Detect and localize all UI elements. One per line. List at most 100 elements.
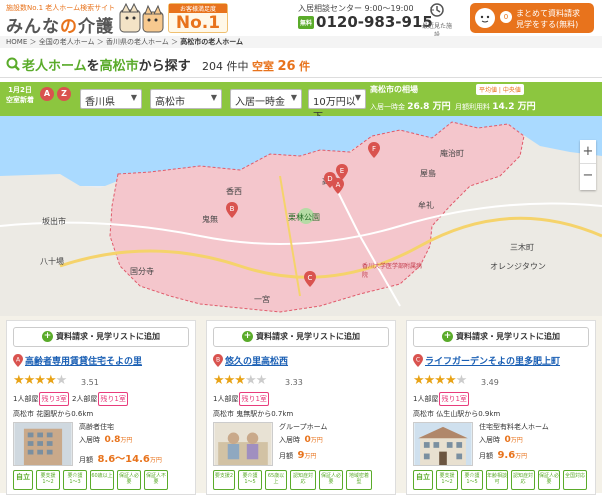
breadcrumb-home[interactable]: HOME: [6, 38, 27, 46]
map-label: 八十場: [40, 257, 64, 266]
rating-stars: ★★★★★: [413, 373, 467, 388]
bulk-request-button[interactable]: 0 まとめて資料請求 見学をする(無料): [470, 3, 594, 33]
add-to-list-button[interactable]: + 資料請求・見学リストに追加: [213, 327, 389, 347]
map-pin-d[interactable]: D: [324, 172, 336, 188]
care-tag: 要支援2: [213, 470, 235, 490]
facility-type: グループホーム: [279, 423, 328, 431]
care-tags: 自立 要支援1〜2 要介護1〜5 年齢相談可 認知症対応 保証人必要 全国対応: [413, 470, 593, 492]
care-tag: 保証人必要: [117, 470, 141, 490]
zoom-in-button[interactable]: +: [580, 140, 596, 164]
page-title: 老人ホームを高松市から探す: [22, 59, 191, 74]
care-tag: 要介護1〜3: [63, 470, 87, 490]
map-label: オレンジタウン: [490, 262, 546, 271]
fee-type-select[interactable]: 入居一時金 ▼: [230, 89, 302, 109]
entry-fee: 入居時 0万円: [479, 435, 523, 445]
cat-cart-icon: [475, 8, 495, 28]
city-select[interactable]: 高松市 ▼: [150, 89, 222, 109]
price-select[interactable]: 10万円以下▼: [308, 89, 366, 123]
facility-map[interactable]: 坂出市 香西 鬼無 栗林公園 高松 三木町 オレンジタウン 香川大学医学部附属病…: [0, 116, 602, 316]
facility-card: + 資料請求・見学リストに追加 B 悠久の里高松西 ★★★★★ 3.33 1人部屋…: [206, 320, 396, 495]
care-tag: 要介護1〜5: [461, 470, 483, 490]
tel-number[interactable]: 無料 0120-983-915: [298, 13, 433, 31]
care-tag: 要介護1〜5: [238, 470, 262, 490]
care-tags: 要支援2 要介護1〜5 65歳以上 認知症対応 保証人必要 地域密着型: [213, 470, 393, 492]
map-pin-e[interactable]: E: [336, 164, 348, 180]
map-pin-c[interactable]: C: [304, 271, 316, 287]
map-label: 牟礼: [418, 201, 434, 210]
facility-photo[interactable]: [13, 422, 73, 466]
facility-type: 住宅型有料老人ホーム: [479, 423, 549, 431]
map-pin-b[interactable]: B: [226, 202, 238, 218]
care-tag: 全国対応: [563, 470, 587, 490]
care-tag: 要支援1〜2: [436, 470, 458, 490]
result-count: 204 件中 空室 26 件: [202, 59, 311, 74]
facility-name-link[interactable]: 悠久の里高松西: [225, 354, 288, 367]
map-pin-f[interactable]: F: [368, 142, 380, 158]
history-button[interactable]: 最近見た施設: [420, 2, 454, 39]
map-pin-c-label: C: [308, 274, 313, 282]
care-tag: 年齢相談可: [486, 470, 508, 490]
map-pin-a-label: A: [336, 181, 341, 189]
breadcrumb-national[interactable]: 全国の老人ホーム: [39, 38, 95, 46]
facility-card: + 資料請求・見学リストに追加 A 高齢者専用賃貸住宅そよの里 ★★★★★ 3.5…: [6, 320, 196, 495]
facility-photo[interactable]: [213, 422, 273, 466]
monthly-fee: 月額 9万円: [279, 450, 317, 461]
rating-score: 3.49: [481, 378, 499, 387]
facility-card-list: + 資料請求・見学リストに追加 A 高齢者専用賃貸住宅そよの里 ★★★★★ 3.5…: [0, 316, 602, 495]
map-zoom-control: + −: [580, 140, 596, 190]
map-label: 香川大学医学部附属病院: [362, 263, 423, 279]
facility-photo[interactable]: [413, 422, 473, 466]
rating-stars: ★★★★★: [213, 373, 267, 388]
map-label: 栗林公園: [288, 213, 320, 222]
room-availability: 1人部屋 残り1室: [413, 392, 472, 406]
filter-bar: 1月2日空室新着 A Z 香川県▼ 高松市▼ 入居一時金▼ 10万円以下▼ 高松…: [0, 82, 602, 123]
monthly-fee: 月額 8.6〜14.6万円: [79, 454, 162, 465]
entry-fee: 入居時 0.8万円: [79, 435, 133, 445]
facility-name-link[interactable]: 高齢者専用賃貸住宅そよの里: [25, 354, 142, 367]
pin-marker-icon: C: [413, 354, 423, 367]
cat-mascot-icon: [119, 2, 164, 33]
search-title-bar: 老人ホームを高松市から探す 204 件中 空室 26 件: [0, 50, 602, 78]
cart-count-badge: 0: [500, 11, 512, 23]
rating-stars: ★★★★★: [13, 373, 67, 388]
rating-score: 3.51: [81, 378, 99, 387]
room-remaining-badge: 残り1室: [439, 392, 469, 406]
map-pin-b-label: B: [230, 205, 235, 213]
map-label: 一宮: [254, 295, 270, 304]
sort-a-marker[interactable]: A: [40, 87, 54, 101]
nearest-station: 高松市 鬼無駅から0.7km: [213, 410, 294, 418]
pin-marker-label: B: [216, 357, 220, 364]
facility-name-link[interactable]: ライフガーデンそよの里多肥上町: [425, 354, 560, 367]
care-tag: 認知症対応: [511, 470, 535, 490]
satisfaction-rank-badge: お客様満足度 No.1: [168, 3, 228, 33]
care-tag: 自立: [413, 470, 433, 490]
add-to-list-button[interactable]: + 資料請求・見学リストに追加: [413, 327, 589, 347]
site-logo[interactable]: みんなの介護: [6, 12, 114, 37]
monthly-fee: 月額 9.6万円: [479, 450, 528, 461]
market-legend[interactable]: 平均値 | 中央値: [476, 84, 524, 95]
room-remaining-badge: 残り1室: [239, 392, 269, 406]
zoom-out-button[interactable]: −: [580, 164, 596, 188]
facility-type: 高齢者住宅: [79, 423, 114, 431]
add-to-list-button[interactable]: + 資料請求・見学リストに追加: [13, 327, 189, 347]
care-tag: 地域密着型: [346, 470, 372, 490]
room-availability: 1人部屋 残り1室: [213, 392, 272, 406]
care-tag: 保証人必要: [538, 470, 560, 490]
history-icon: [430, 3, 444, 17]
care-tags: 自立 要支援1〜2 要介護1〜3 60歳以上 保証人必要 保証人不要: [13, 470, 193, 492]
map-label: 三木町: [510, 243, 534, 252]
care-tag: 保証人必要: [319, 470, 343, 490]
new-vacancy-date[interactable]: 1月2日 空室新着: [4, 85, 36, 105]
pin-marker-icon: B: [213, 354, 223, 367]
map-label: 坂出市: [42, 217, 66, 226]
map-pin-f-label: F: [372, 145, 376, 153]
sort-z-marker[interactable]: Z: [57, 87, 71, 101]
prefecture-select[interactable]: 香川県 ▼: [80, 89, 142, 109]
room-availability: 1人部屋 残り3室 2人部屋 残り1室: [13, 392, 131, 406]
breadcrumb: HOME ＞ 全国の老人ホーム ＞ 香川県の老人ホーム ＞ 高松市の老人ホーム: [0, 36, 602, 48]
breadcrumb-prefecture[interactable]: 香川県の老人ホーム: [106, 38, 169, 46]
care-tag: 自立: [13, 470, 33, 490]
map-label: 屋島: [420, 169, 436, 178]
free-badge: 無料: [298, 16, 315, 29]
nearest-station: 高松市 花園駅から0.6km: [13, 410, 94, 418]
